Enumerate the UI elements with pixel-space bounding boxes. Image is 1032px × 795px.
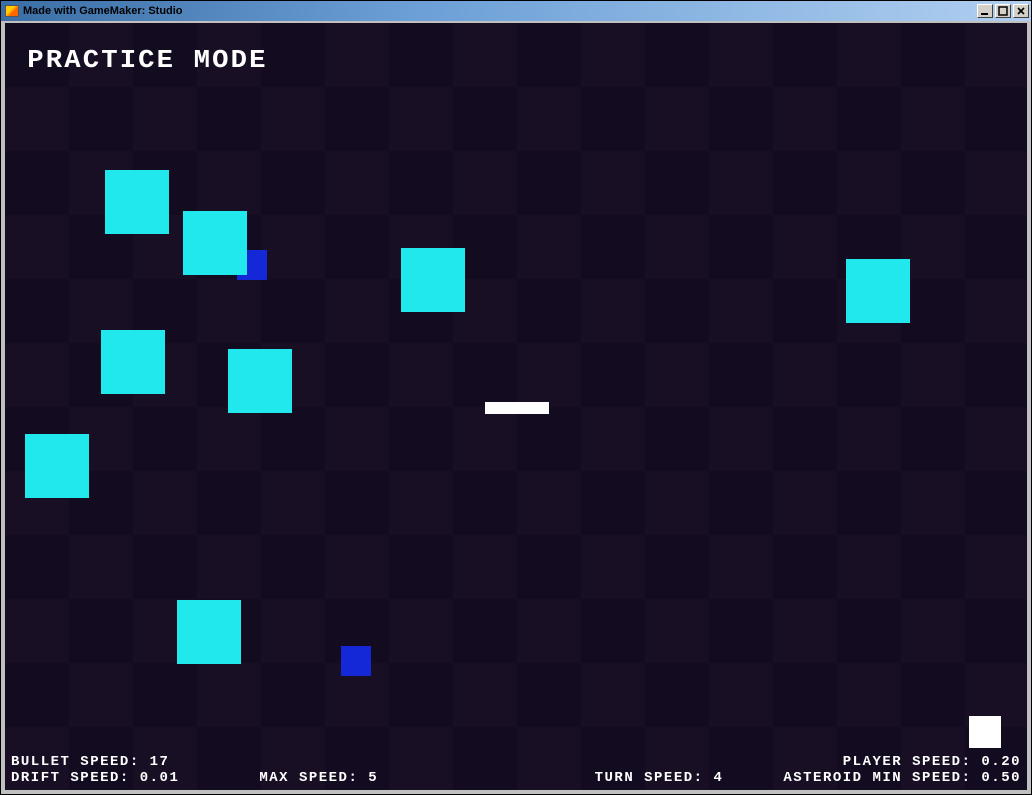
drift-speed-value: 0.01 xyxy=(140,770,180,786)
asteroid-min-speed-readout: ASTEROID MIN SPEED: 0.50 xyxy=(783,770,1021,786)
turn-speed-label: TURN SPEED: xyxy=(595,770,704,786)
asteroid-min-speed-value: 0.50 xyxy=(981,770,1021,786)
window-frame: Made with GameMaker: Studio PRACTICE MOD… xyxy=(0,0,1032,795)
max-speed-readout: MAX SPEED: 5 xyxy=(259,770,378,786)
player-speed-label: PLAYER SPEED: xyxy=(843,754,972,770)
maximize-button[interactable] xyxy=(995,4,1011,18)
close-icon xyxy=(1016,6,1026,16)
hud: BULLET SPEED: 17 PLAYER SPEED: 0.20 DRIF… xyxy=(5,754,1027,790)
asteroid xyxy=(846,259,910,323)
asteroid-min-speed-label: ASTEROID MIN SPEED: xyxy=(783,770,971,786)
play-area: PRACTICE MODE BULLET SPEED: 17 PLAYER SP… xyxy=(5,23,1027,790)
turn-speed-value: 4 xyxy=(713,770,723,786)
window-title: Made with GameMaker: Studio xyxy=(23,5,183,17)
player-ship xyxy=(485,402,549,414)
player-speed-readout: PLAYER SPEED: 0.20 xyxy=(843,754,1021,770)
bullet-speed-label: BULLET SPEED: xyxy=(11,754,140,770)
asteroid xyxy=(183,211,247,275)
app-icon xyxy=(5,5,19,17)
hud-row-2: DRIFT SPEED: 0.01 MAX SPEED: 5 TURN SPEE… xyxy=(11,770,1021,786)
maximize-icon xyxy=(998,6,1008,16)
hud-row-1: BULLET SPEED: 17 PLAYER SPEED: 0.20 xyxy=(11,754,1021,770)
titlebar[interactable]: Made with GameMaker: Studio xyxy=(1,1,1031,21)
white-block xyxy=(969,716,1001,748)
blue-block xyxy=(341,646,371,676)
max-speed-value: 5 xyxy=(368,770,378,786)
minimize-icon xyxy=(980,6,990,16)
minimize-button[interactable] xyxy=(977,4,993,18)
max-speed-label: MAX SPEED: xyxy=(259,770,358,786)
mode-label: PRACTICE MODE xyxy=(27,45,267,75)
player-speed-value: 0.20 xyxy=(981,754,1021,770)
asteroid xyxy=(101,330,165,394)
bullet-speed-value: 17 xyxy=(150,754,170,770)
window-controls xyxy=(977,4,1029,18)
close-button[interactable] xyxy=(1013,4,1029,18)
drift-speed-readout: DRIFT SPEED: 0.01 xyxy=(11,770,179,786)
title-area: Made with GameMaker: Studio xyxy=(3,5,183,17)
asteroid xyxy=(401,248,465,312)
asteroid xyxy=(228,349,292,413)
turn-speed-readout: TURN SPEED: 4 xyxy=(595,770,724,786)
asteroid xyxy=(25,434,89,498)
asteroid xyxy=(177,600,241,664)
asteroid xyxy=(105,170,169,234)
game-viewport[interactable]: PRACTICE MODE BULLET SPEED: 17 PLAYER SP… xyxy=(5,23,1027,790)
bullet-speed-readout: BULLET SPEED: 17 xyxy=(11,754,169,770)
drift-speed-label: DRIFT SPEED: xyxy=(11,770,130,786)
